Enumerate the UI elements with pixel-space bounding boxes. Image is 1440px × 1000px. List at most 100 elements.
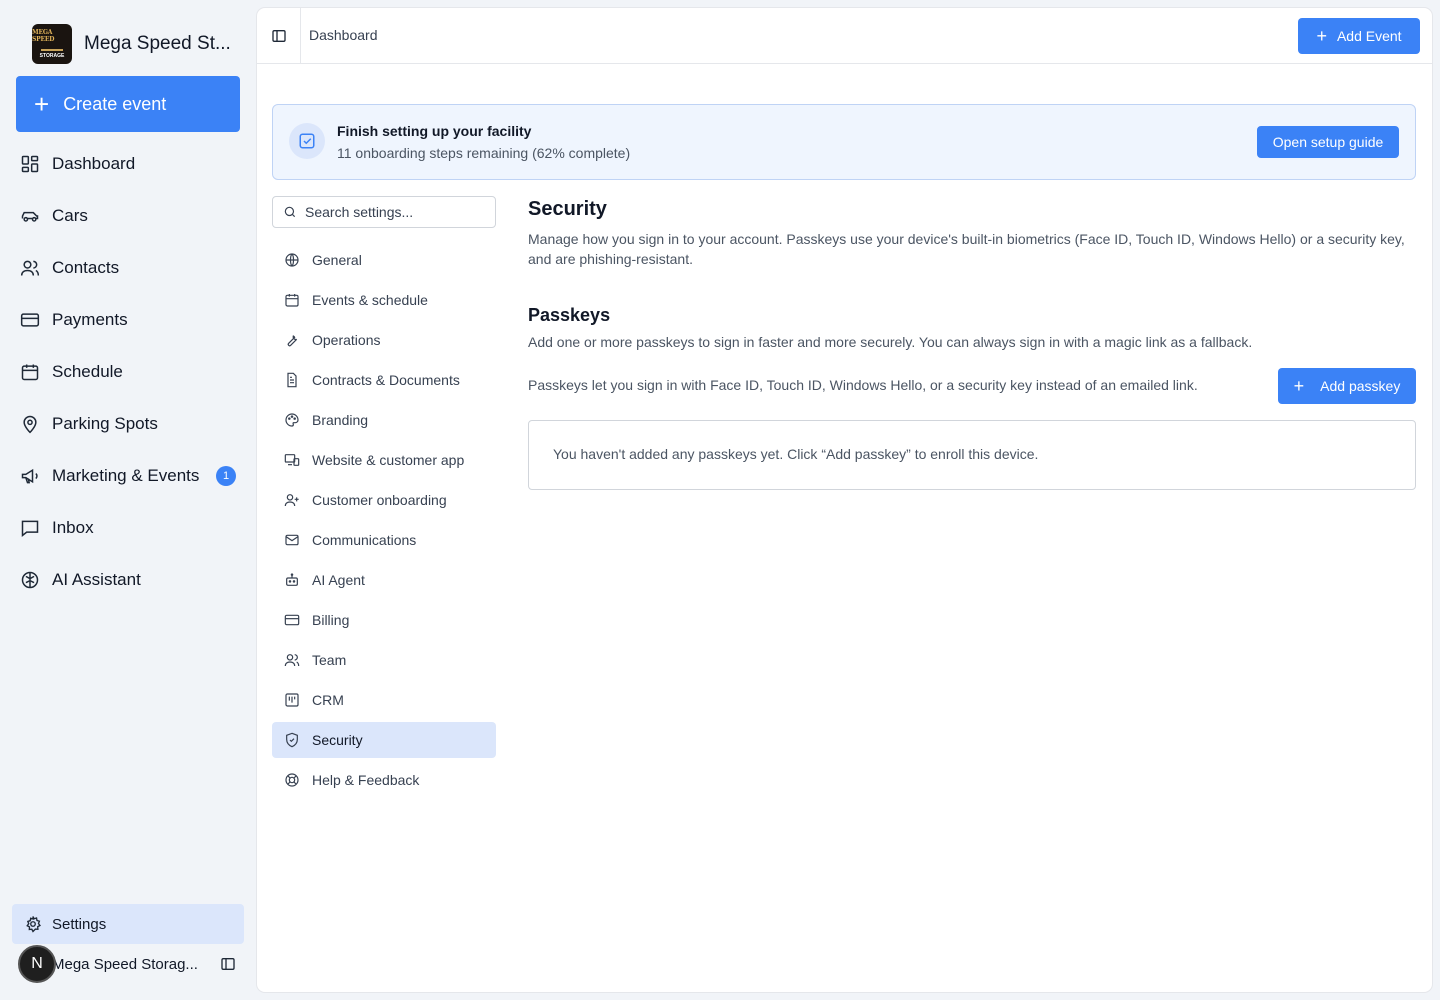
settings-nav-label: Website & customer app	[312, 452, 465, 468]
settings-nav-communications[interactable]: Communications	[272, 522, 496, 558]
settings-label: Settings	[52, 915, 107, 933]
sidebar-item-cars[interactable]: Cars	[16, 190, 248, 242]
settings-search[interactable]	[272, 196, 496, 228]
sidebar-item-parking-spots[interactable]: Parking Spots	[16, 398, 248, 450]
empty-message: You haven't added any passkeys yet. Clic…	[553, 446, 1039, 462]
sidebar: MEGA SPEED STORAGE Mega Speed St... + Cr…	[0, 0, 256, 1000]
users-icon	[284, 654, 300, 667]
settings-nav-label: Contracts & Documents	[312, 372, 460, 388]
sidebar-item-label: Marketing & Events	[52, 466, 200, 485]
megaphone-icon	[21, 468, 38, 484]
settings-nav-label: General	[312, 252, 362, 268]
brand-logo: MEGA SPEED STORAGE	[32, 24, 72, 64]
banner-subtitle: 11 onboarding steps remaining (62% compl…	[337, 145, 631, 161]
sidebar-item-label: Dashboard	[52, 154, 136, 173]
passkeys-empty-state: You haven't added any passkeys yet. Clic…	[528, 420, 1416, 490]
sidebar-item-label: Contacts	[52, 258, 120, 277]
brand-logo-car-icon	[41, 45, 63, 51]
sidebar-item-label: Schedule	[52, 362, 123, 381]
mail-icon	[285, 534, 299, 546]
search-input[interactable]	[305, 204, 485, 220]
add-passkey-button[interactable]: + Add passkey	[1278, 368, 1416, 404]
open-setup-guide-button[interactable]: Open setup guide	[1257, 126, 1399, 158]
setup-banner: Finish setting up your facility 11 onboa…	[272, 104, 1416, 180]
create-event-button[interactable]: + Create event	[16, 76, 240, 132]
sidebar-item-marketing-events[interactable]: Marketing & Events 1	[16, 450, 248, 502]
settings-nav-label: CRM	[312, 692, 344, 708]
security-settings: Security Manage how you sign in to your …	[528, 198, 1416, 490]
settings-nav-operations[interactable]: Operations	[272, 322, 496, 358]
wrench-icon	[287, 335, 298, 347]
settings-nav-team[interactable]: Team	[272, 642, 496, 678]
settings-nav-label: Events & schedule	[312, 292, 428, 308]
settings-nav-crm[interactable]: CRM	[272, 682, 496, 718]
panel-toggle-icon[interactable]	[271, 28, 287, 44]
settings-nav-label: Team	[312, 652, 347, 668]
sidebar-item-inbox[interactable]: Inbox	[16, 502, 248, 554]
section-description: Manage how you sign in to your account. …	[528, 231, 1405, 267]
settings-nav-contracts-documents[interactable]: Contracts & Documents	[272, 362, 496, 398]
brand-logo-text-bottom: STORAGE	[39, 53, 65, 59]
plus-icon: +	[1293, 376, 1305, 396]
brand-logo-text-top: MEGA SPEED	[32, 29, 55, 43]
account-switcher[interactable]: N Mega Speed Storag...	[18, 944, 244, 984]
add-event-label: Add Event	[1336, 28, 1402, 44]
settings-nav-label: AI Agent	[312, 572, 365, 588]
settings-nav-label: Operations	[312, 332, 381, 348]
settings-nav-security[interactable]: Security	[272, 722, 496, 758]
brand-name: Mega Speed St...	[84, 33, 231, 54]
settings-nav-billing[interactable]: Billing	[272, 602, 496, 638]
settings-nav-help-feedback[interactable]: Help & Feedback	[272, 762, 496, 798]
credit-card-icon	[20, 313, 40, 327]
sidebar-item-label: Payments	[52, 310, 128, 329]
settings-nav-events-schedule[interactable]: Events & schedule	[272, 282, 496, 318]
settings-nav-customer-onboarding[interactable]: Customer onboarding	[272, 482, 496, 518]
settings-nav-label: Customer onboarding	[312, 492, 447, 508]
add-event-button[interactable]: + Add Event	[1298, 18, 1420, 54]
settings-nav-ai-agent[interactable]: AI Agent	[272, 562, 496, 598]
settings-nav-general[interactable]: General	[272, 242, 496, 278]
search-icon	[284, 206, 296, 218]
account-name: Mega Speed Storag...	[52, 955, 198, 973]
bot-icon	[286, 573, 298, 586]
sidebar-item-dashboard[interactable]: Dashboard	[16, 138, 248, 190]
globe-icon	[285, 253, 299, 267]
sidebar-item-contacts[interactable]: Contacts	[16, 242, 248, 294]
brain-icon	[21, 571, 39, 589]
checkbox-icon	[289, 123, 325, 159]
settings-nav-branding[interactable]: Branding	[272, 402, 496, 438]
passkey-row: Passkeys let you sign in with Face ID, T…	[528, 368, 1416, 404]
section-title: Security	[528, 198, 607, 220]
settings-nav: General Events & schedule Operations Con…	[272, 242, 496, 802]
sidebar-item-ai-assistant[interactable]: AI Assistant	[16, 554, 248, 606]
sidebar-nav: Dashboard Cars Contacts Payments Schedul…	[16, 138, 248, 606]
avatar[interactable]: N	[18, 945, 56, 983]
settings-nav-label: Branding	[312, 412, 369, 428]
plus-icon: +	[1316, 26, 1327, 46]
create-event-label: Create event	[63, 93, 167, 114]
banner-title: Finish setting up your facility	[337, 123, 532, 139]
settings-nav-label: Billing	[312, 612, 350, 628]
add-passkey-label: Add passkey	[1320, 378, 1401, 394]
gear-icon	[26, 916, 41, 933]
credit-card-icon	[284, 614, 300, 626]
sidebar-item-label: AI Assistant	[52, 570, 141, 589]
settings-nav-label: Communications	[312, 532, 417, 548]
sidebar-item-payments[interactable]: Payments	[16, 294, 248, 346]
passkeys-title: Passkeys	[528, 305, 611, 325]
message-square-icon	[21, 520, 39, 538]
plus-icon: +	[34, 89, 50, 119]
breadcrumb[interactable]: Dashboard	[309, 27, 378, 43]
brand[interactable]: MEGA SPEED STORAGE Mega Speed St...	[32, 24, 231, 64]
map-pin-icon	[23, 415, 37, 434]
settings-nav-website-customer-app[interactable]: Website & customer app	[272, 442, 496, 478]
sidebar-toggle-icon[interactable]	[220, 956, 236, 972]
file-text-icon	[287, 372, 297, 388]
sidebar-item-settings[interactable]: Settings	[12, 904, 244, 944]
kanban-icon	[285, 693, 299, 707]
settings-nav-label: Security	[312, 732, 363, 748]
users-icon	[20, 260, 40, 276]
topbar-divider	[300, 8, 301, 64]
life-buoy-icon	[285, 773, 299, 787]
sidebar-item-schedule[interactable]: Schedule	[16, 346, 248, 398]
